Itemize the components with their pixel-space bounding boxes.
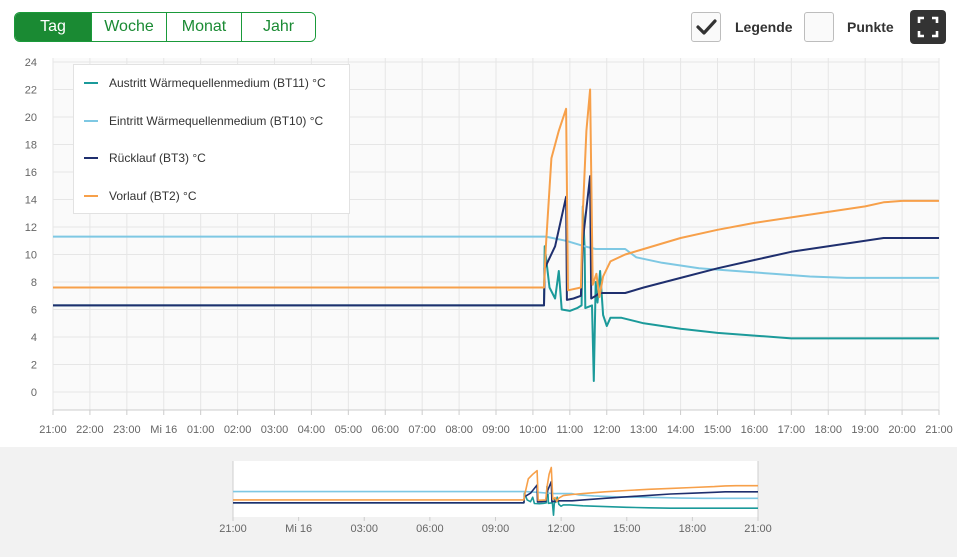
x-tick-label: 23:00 — [113, 424, 141, 436]
x-tick-label: 14:00 — [667, 424, 695, 436]
x-tick-label: 01:00 — [187, 424, 215, 436]
navigator-tick-label: 09:00 — [482, 523, 510, 535]
y-tick-label: 2 — [31, 360, 37, 372]
x-tick-label: 11:00 — [556, 424, 583, 436]
y-tick-label: 24 — [25, 57, 37, 69]
y-tick-label: 6 — [31, 305, 37, 317]
legend-item-bt3[interactable]: Rücklauf (BT3) °C — [84, 148, 206, 168]
legend-swatch-bt10 — [84, 120, 98, 122]
navigator-tick-label: 12:00 — [547, 523, 575, 535]
y-tick-label: 18 — [25, 140, 37, 152]
x-tick-label: 03:00 — [261, 424, 289, 436]
x-tick-label: 12:00 — [593, 424, 621, 436]
x-tick-label: 08:00 — [445, 424, 473, 436]
navigator-chart[interactable]: 21:00 Mi 16 03:00 06:00 09:00 12:00 15:00 18:00… — [0, 447, 957, 557]
navigator-tick-label: 15:00 — [613, 523, 641, 535]
y-tick-label: 10 — [25, 250, 37, 262]
legend-label-bt10: Eintritt Wärmequellenmedium (BT10) °C — [109, 114, 324, 128]
legend-swatch-bt2 — [84, 195, 98, 197]
x-tick-label: 05:00 — [335, 424, 363, 436]
legend-item-bt10[interactable]: Eintritt Wärmequellenmedium (BT10) °C — [84, 111, 323, 131]
navigator-tick-label: 06:00 — [416, 523, 444, 535]
navigator-tick-label: Mi 16 — [285, 523, 312, 535]
x-tick-label: 21:00 — [925, 424, 953, 436]
x-tick-label: 16:00 — [741, 424, 769, 436]
x-tick-label: 15:00 — [704, 424, 732, 436]
x-tick-label: 07:00 — [408, 424, 436, 436]
x-tick-label: 19:00 — [851, 424, 879, 436]
x-tick-label: 22:00 — [76, 424, 104, 436]
chart-legend: Austritt Wärmequellenmedium (BT11) °C Ei… — [73, 64, 350, 214]
x-tick-label: 21:00 — [39, 424, 67, 436]
x-tick-label: 17:00 — [778, 424, 806, 436]
x-tick-label: 06:00 — [371, 424, 399, 436]
x-tick-label: 13:00 — [630, 424, 658, 436]
x-tick-label: Mi 16 — [150, 424, 177, 436]
legend-label-bt2: Vorlauf (BT2) °C — [109, 189, 197, 203]
navigator-tick-label: 18:00 — [679, 523, 707, 535]
y-tick-label: 14 — [25, 195, 37, 207]
legend-swatch-bt11 — [84, 82, 98, 84]
legend-item-bt2[interactable]: Vorlauf (BT2) °C — [84, 186, 197, 206]
x-tick-label: 20:00 — [888, 424, 916, 436]
x-tick-label: 04:00 — [298, 424, 326, 436]
y-tick-label: 4 — [31, 332, 37, 344]
y-tick-label: 22 — [25, 85, 37, 97]
y-tick-label: 16 — [25, 167, 37, 179]
navigator-tick-label: 03:00 — [350, 523, 378, 535]
x-tick-label: 02:00 — [224, 424, 252, 436]
legend-swatch-bt3 — [84, 157, 98, 159]
legend-label-bt11: Austritt Wärmequellenmedium (BT11) °C — [109, 76, 326, 90]
x-tick-label: 09:00 — [482, 424, 510, 436]
legend-label-bt3: Rücklauf (BT3) °C — [109, 151, 206, 165]
navigator-tick-label: 21:00 — [744, 523, 772, 535]
legend-item-bt11[interactable]: Austritt Wärmequellenmedium (BT11) °C — [84, 73, 326, 93]
x-tick-label: 18:00 — [814, 424, 842, 436]
y-tick-label: 0 — [31, 387, 37, 399]
y-tick-label: 20 — [25, 112, 37, 124]
navigator-tick-label: 21:00 — [219, 523, 247, 535]
y-tick-label: 8 — [31, 277, 37, 289]
y-tick-label: 12 — [25, 222, 37, 234]
x-tick-label: 10:00 — [519, 424, 547, 436]
